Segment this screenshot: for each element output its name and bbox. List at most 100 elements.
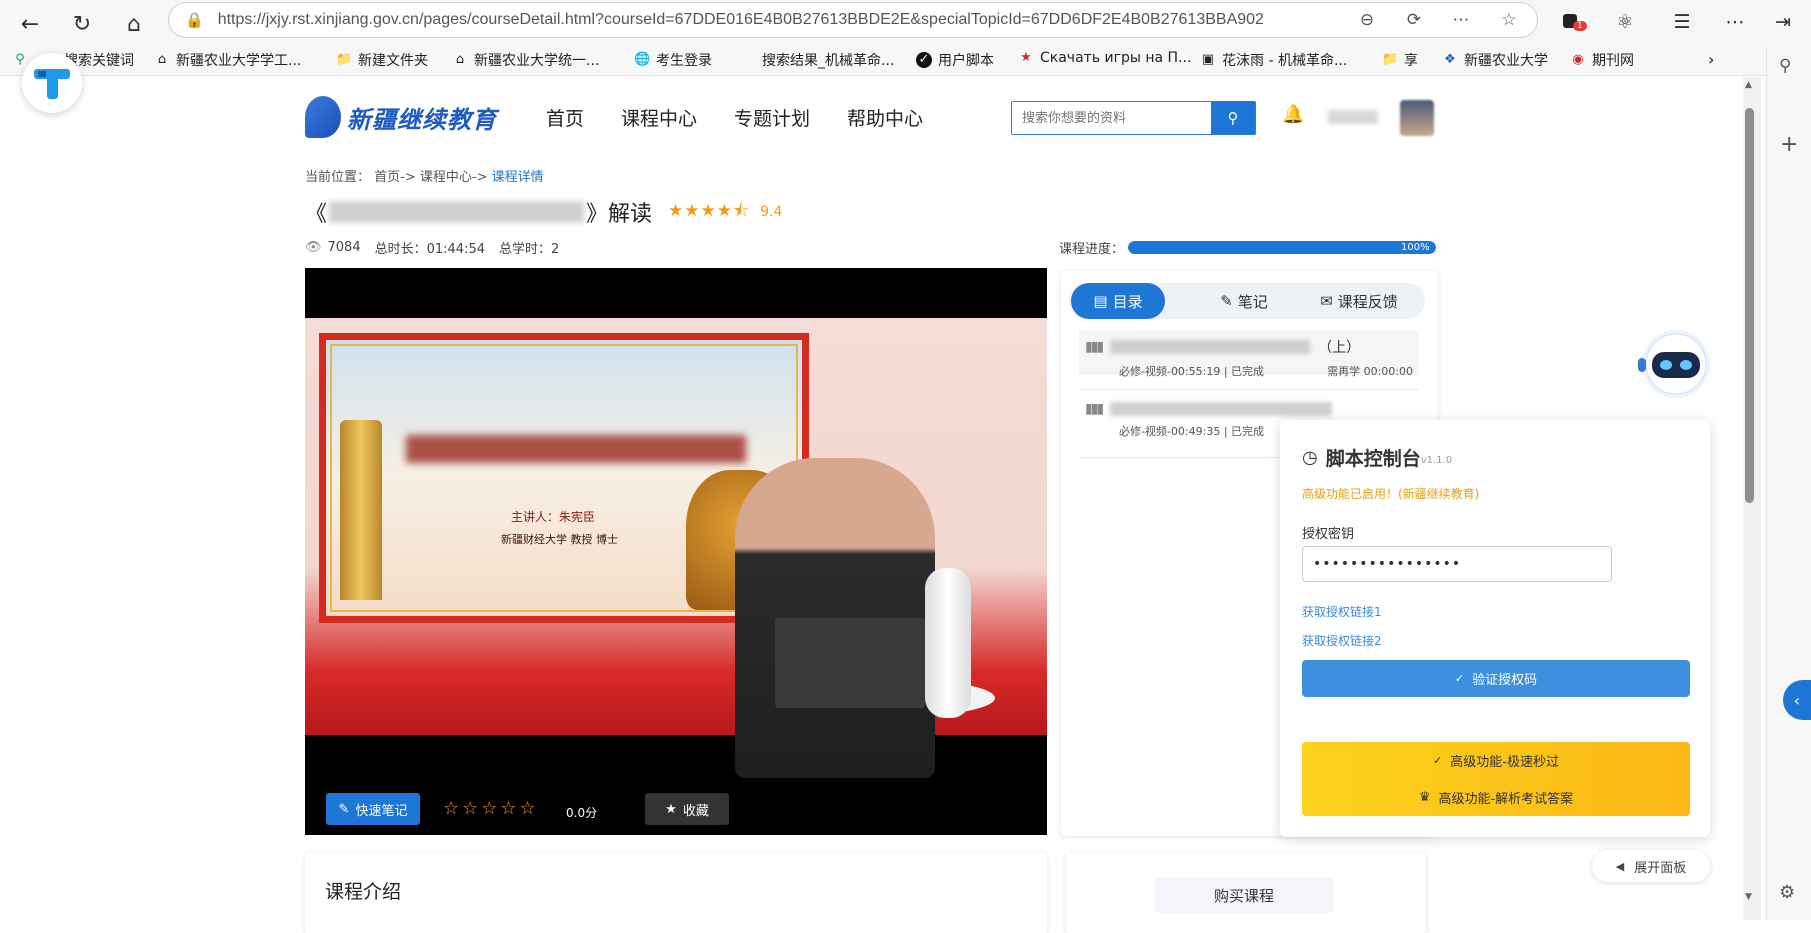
globe-icon: 🌐: [634, 52, 651, 67]
refresh-icon[interactable]: ↻: [64, 6, 100, 42]
fast-pass-button[interactable]: ✓ 高级功能-极速秒过: [1302, 742, 1690, 779]
extension-badge-icon[interactable]: 1: [1556, 7, 1587, 37]
scroll-up-arrow-icon[interactable]: ▲: [1745, 80, 1752, 90]
search-button[interactable]: ⚲: [1211, 102, 1255, 134]
bookmark-item[interactable]: ✓ 用户脚本: [916, 50, 994, 70]
quick-note-button[interactable]: ✎ 快速笔记: [326, 793, 420, 825]
lesson-name-blurred: [1110, 402, 1333, 416]
username-blurred[interactable]: [1328, 110, 1378, 124]
script-console-panel: ◷ 脚本控制台 v1.1.0 高级功能已启用！(新疆继续教育) 授权密钥 •••…: [1280, 420, 1710, 837]
bookmark-item[interactable]: ★ Скачать игры на П...: [1018, 50, 1191, 66]
slide-speaker-title: 新疆财经大学 教授 博士: [501, 533, 618, 546]
site-logo-text: 新疆继续教育: [347, 105, 497, 134]
bookmark-item[interactable]: 📁 新建文件夹: [336, 50, 428, 70]
lesson-name-blurred: [1110, 340, 1311, 354]
verify-auth-button[interactable]: ✓ 验证授权码: [1302, 660, 1690, 697]
assistant-robot-icon[interactable]: [1628, 322, 1714, 402]
breadcrumb-home[interactable]: 首页->: [374, 170, 416, 185]
address-bar[interactable]: 🔒 https://jxjy.rst.xinjiang.gov.cn/pages…: [168, 2, 1538, 38]
puzzle-extensions-icon[interactable]: ⚛: [1610, 7, 1640, 37]
check-icon: ✓: [1433, 754, 1443, 767]
bookmark-item[interactable]: 搜索结果_机械革命...: [740, 50, 894, 70]
site-search: ⚲: [1011, 101, 1256, 135]
browser-chrome: ← ↻ ⌂ 🔒 https://jxjy.rst.xinjiang.gov.cn…: [0, 0, 1811, 76]
avatar[interactable]: [1400, 100, 1434, 136]
sidebar-add-icon[interactable]: +: [1780, 132, 1798, 157]
notification-bell-icon[interactable]: 🔔: [1282, 104, 1304, 125]
search-icon: ⚲: [1227, 109, 1239, 127]
tab-catalog[interactable]: ▤ 目录: [1071, 283, 1165, 319]
folder-icon: 📁: [336, 52, 353, 67]
course-title: 《 》解读 ★★★★⯪ 9.4: [305, 196, 782, 228]
auth-link-2[interactable]: 获取授权链接2: [1302, 632, 1382, 649]
bookmark-item[interactable]: ⌂ 新疆农业大学统一...: [452, 50, 600, 70]
caret-left-icon: ◀: [1615, 859, 1625, 873]
scroll-down-arrow-icon[interactable]: ▼: [1745, 892, 1752, 902]
floating-app-logo-icon[interactable]: [22, 53, 82, 113]
search-input[interactable]: [1012, 102, 1211, 134]
bookmark-item[interactable]: ◉ 期刊网: [1570, 50, 1634, 70]
slide-title-blurred: [406, 435, 746, 463]
bookmark-item[interactable]: 📁 享: [1382, 50, 1418, 70]
settings-more-icon[interactable]: ⋯: [1720, 7, 1750, 37]
tab-feedback[interactable]: ✉ 课程反馈: [1297, 283, 1421, 319]
blank-icon: [740, 52, 756, 68]
breadcrumb: 当前位置： 首页-> 课程中心-> 课程详情: [305, 170, 544, 185]
bookmark-item[interactable]: ▣ 花沫雨 - 机械革命...: [1200, 50, 1347, 70]
home-icon[interactable]: ⌂: [116, 6, 152, 42]
nav-home[interactable]: 首页: [546, 104, 584, 131]
game-icon: ★: [1020, 50, 1032, 65]
rating-stars: ★★★★⯪: [668, 200, 751, 221]
more-circle-icon[interactable]: ⋯: [1449, 8, 1473, 32]
url-text[interactable]: https://jxjy.rst.xinjiang.gov.cn/pages/c…: [218, 11, 1264, 29]
nav-special-plans[interactable]: 专题计划: [734, 104, 810, 131]
lock-icon: 🔒: [185, 11, 204, 29]
clock-icon: ◷: [1302, 447, 1318, 468]
user-rating-score: 0.0分: [566, 806, 598, 820]
view-count: 7084: [327, 240, 361, 255]
total-hours: 总学时：2: [499, 242, 560, 257]
bookmarks-bar: ⚲ 搜索关键词 ⌂ 新疆农业大学学工... 📁 新建文件夹 ⌂ 新疆农业大学统一... …: [0, 46, 1811, 76]
buy-course-button[interactable]: 购买课程: [1154, 877, 1334, 913]
zoom-out-icon[interactable]: ⊖: [1355, 8, 1379, 32]
back-arrow-icon[interactable]: ←: [12, 6, 48, 42]
video-player[interactable]: 主讲人：朱宪臣 新疆财经大学 教授 博士 ✎ 快速笔记 ☆☆☆☆☆ 0.0分 ★…: [305, 268, 1047, 835]
scrollbar-thumb[interactable]: [1745, 108, 1754, 503]
auth-link-1[interactable]: 获取授权链接1: [1302, 603, 1382, 620]
favorites-list-icon[interactable]: ☰: [1667, 7, 1697, 37]
breadcrumb-current: 课程详情: [491, 170, 544, 185]
house-icon: ⌂: [455, 52, 465, 67]
favorite-button[interactable]: ★ 收藏: [645, 793, 729, 825]
breadcrumb-course-center[interactable]: 课程中心->: [420, 170, 488, 185]
course-progress-bar: [1128, 241, 1436, 254]
views-eye-icon: 👁: [305, 240, 322, 255]
lesson-item[interactable]: ▮▮▮ （上） 必修-视频-00:55:19 | 已完成 需再学 00:00:00: [1079, 331, 1419, 378]
crown-icon: ♛: [1418, 790, 1431, 805]
slide-speaker: 主讲人：朱宪臣: [511, 510, 596, 524]
bookmark-item[interactable]: ⌂ 新疆农业大学学工...: [154, 50, 302, 70]
nav-course-center[interactable]: 课程中心: [621, 104, 697, 131]
auth-key-input[interactable]: ••••••••••••••••: [1302, 546, 1612, 582]
favorite-star-icon[interactable]: ☆: [1497, 8, 1521, 32]
bookmarks-more-chevron-icon[interactable]: ›: [1708, 50, 1714, 69]
site-logo[interactable]: 新疆继续教育: [305, 96, 497, 138]
tab-notes[interactable]: ✎ 笔记: [1199, 283, 1289, 319]
nav-help-center[interactable]: 帮助中心: [847, 104, 923, 131]
bookmark-item[interactable]: 🌐 考生登录: [634, 50, 712, 70]
sidebar-search-icon[interactable]: ⚲: [1779, 56, 1791, 76]
translate-icon[interactable]: ⟳: [1402, 8, 1426, 32]
auth-key-label: 授权密钥: [1302, 527, 1355, 542]
house-icon: ⌂: [157, 52, 167, 67]
bookmark-item[interactable]: ❖ 新疆农业大学: [1442, 50, 1548, 70]
exam-answers-button[interactable]: ♛ 高级功能-解析考试答案: [1302, 779, 1690, 816]
search-green-icon: ⚲: [15, 52, 25, 67]
list-icon: ▤: [1093, 292, 1108, 310]
expand-panel-button[interactable]: ◀ 展开面板: [1592, 850, 1710, 882]
course-intro-title: 课程介绍: [325, 881, 402, 903]
course-title-suffix: 》解读: [586, 202, 653, 227]
image-icon: ▣: [1201, 52, 1215, 67]
sidebar-settings-gear-icon[interactable]: ⚙: [1779, 882, 1795, 903]
user-rating-stars[interactable]: ☆☆☆☆☆: [443, 798, 539, 819]
sidebar-toggle-icon[interactable]: ⇥: [1768, 7, 1798, 37]
badge-count: 1: [1573, 21, 1587, 31]
